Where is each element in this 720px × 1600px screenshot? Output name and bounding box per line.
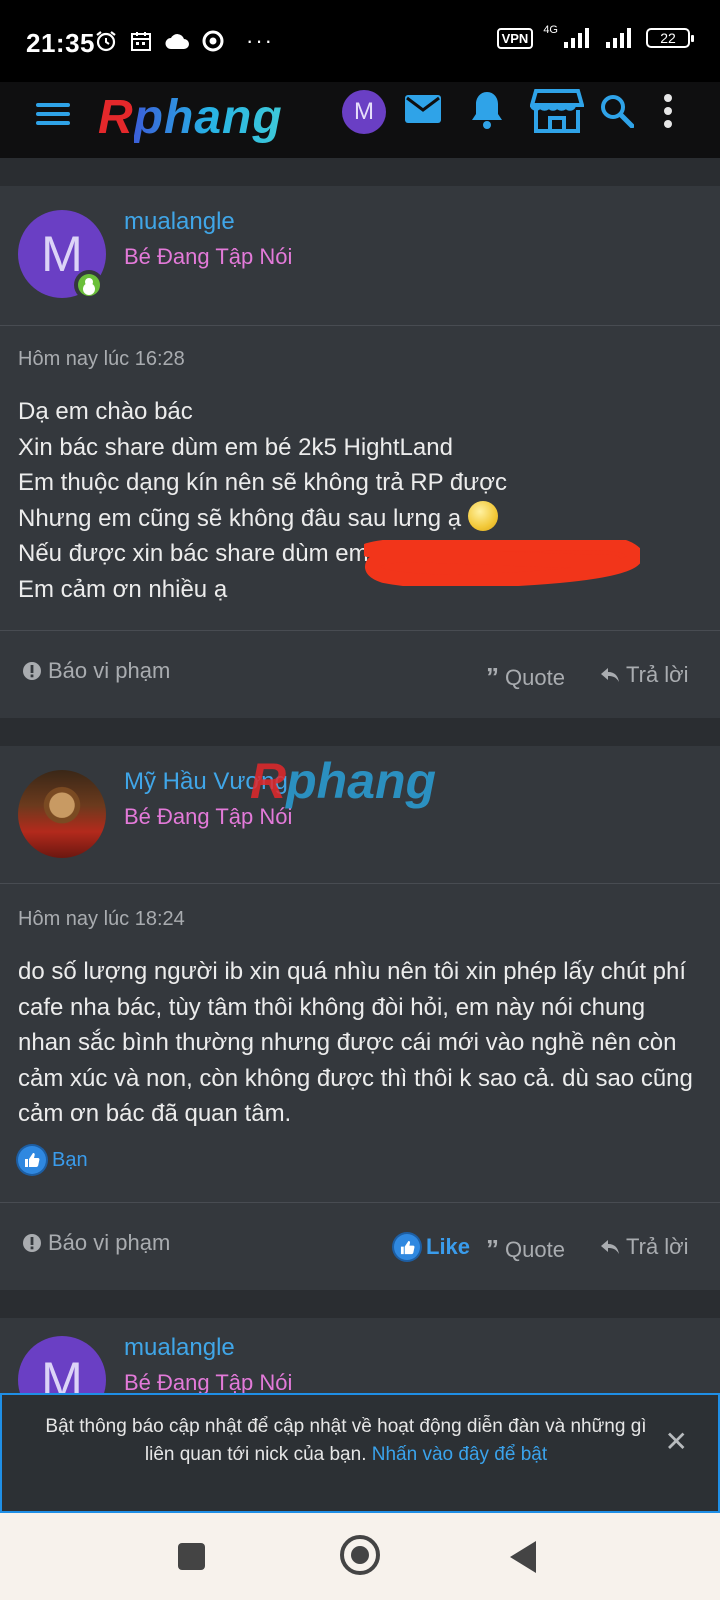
signal-icon [564, 28, 589, 48]
search-icon[interactable] [600, 94, 634, 128]
watermark-logo: Rphang [250, 753, 437, 809]
site-logo[interactable]: Rphang [98, 90, 283, 145]
quote-icon: ” [486, 1234, 499, 1264]
reply-icon [601, 1240, 619, 1254]
bell-icon[interactable] [470, 90, 504, 130]
post-content: do số lượng người ib xin quá nhìu nên tô… [18, 958, 693, 1127]
recents-button[interactable] [178, 1543, 205, 1570]
like-icon [18, 1146, 46, 1174]
menu-icon[interactable] [36, 98, 74, 138]
network-type: 4G [543, 24, 558, 36]
quote-icon: ” [486, 662, 499, 692]
status-time: 21:35 [26, 28, 95, 58]
vpn-badge: VPN [496, 27, 534, 49]
status-more: ··· [246, 28, 274, 53]
like-button[interactable]: Like [394, 1234, 470, 1260]
notification-banner: Bật thông báo cập nhật để cập nhật về ho… [0, 1393, 720, 1513]
calendar-icon [131, 32, 151, 51]
notification-text: Bật thông báo cập nhật để cập nhật về ho… [45, 1416, 647, 1465]
back-button[interactable] [510, 1541, 536, 1573]
close-icon[interactable]: ✕ [665, 1425, 688, 1458]
online-status-icon [74, 270, 104, 300]
quote-button[interactable]: ” Quote [486, 662, 565, 693]
home-button[interactable] [340, 1535, 380, 1575]
post-header: M mualangle Bé Đang Tập Nói [0, 186, 720, 326]
reaction-summary[interactable]: Bạn [18, 1146, 88, 1174]
alert-icon [23, 662, 41, 680]
signal-icon-2 [606, 28, 631, 48]
post-line-with-emoji: Nhưng em cũng sẽ không đâu sau lưng ạ [18, 501, 702, 537]
post-line: Dạ em chào bác [18, 398, 193, 425]
status-icons-right: VPN 4G 22 [496, 24, 694, 50]
quote-button[interactable]: ” Quote [486, 1234, 565, 1265]
post-timestamp[interactable]: Hôm nay lúc 16:28 [18, 348, 185, 371]
report-button[interactable]: Báo vi phạm [22, 1230, 170, 1256]
post-line: Xin bác share dùm em bé 2k5 HightLand [18, 433, 453, 461]
post-card: M mualangle Bé Đang Tập Nói Hôm nay lúc … [0, 186, 720, 718]
chrome-icon [202, 30, 224, 52]
post-timestamp[interactable]: Hôm nay lúc 18:24 [18, 908, 185, 931]
post-line: Em thuộc dạng kín nên sẽ không trả RP đư… [18, 469, 507, 496]
mail-icon[interactable] [404, 94, 442, 124]
status-icons-left: ··· [94, 28, 274, 54]
divider [0, 1202, 720, 1203]
alarm-icon [96, 31, 116, 52]
account-avatar[interactable]: M [342, 90, 386, 134]
post-card: Mỹ Hầu Vương Bé Đang Tập Nói Hôm nay lúc… [0, 746, 720, 1290]
system-nav-bar [0, 1513, 720, 1600]
reply-button[interactable]: Trả lời [600, 1234, 689, 1260]
status-bar: 21:35 ··· VPN 4G 22 [0, 0, 720, 82]
reply-icon [601, 668, 619, 682]
smile-emoji-icon [467, 501, 498, 532]
username[interactable]: mualangle [124, 208, 235, 236]
like-icon [394, 1234, 420, 1260]
redaction-scribble [364, 540, 640, 586]
divider [0, 630, 720, 631]
cloud-icon [165, 34, 189, 49]
username[interactable]: mualangle [124, 1334, 235, 1362]
reply-button[interactable]: Trả lời [600, 662, 689, 688]
user-title: Bé Đang Tập Nói [124, 244, 293, 269]
store-icon[interactable] [530, 88, 584, 134]
kebab-icon[interactable] [662, 94, 674, 128]
alert-icon [23, 1234, 41, 1252]
enable-notifications-link[interactable]: Nhấn vào đây để bật [372, 1444, 547, 1465]
battery-indicator: 22 [646, 28, 694, 48]
report-button[interactable]: Báo vi phạm [22, 658, 170, 684]
avatar[interactable] [18, 770, 106, 858]
